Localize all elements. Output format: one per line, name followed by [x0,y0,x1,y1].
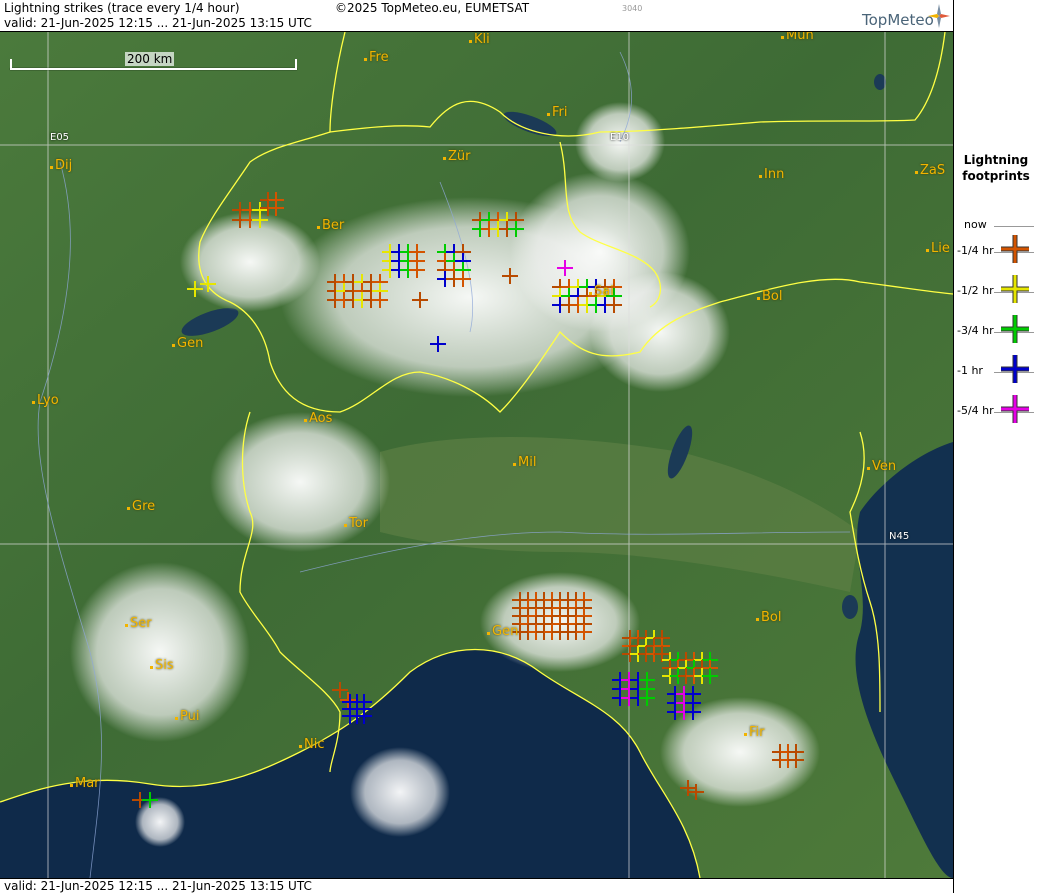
city-label: Mar [70,776,100,791]
map-canvas [0,32,953,878]
city-label: Sis [150,658,174,673]
city-label: Ven [867,459,896,474]
legend-label: -3/4 hr [957,324,994,337]
grid-label-e10: E10 [610,132,630,143]
legend-cross-icon [1001,315,1029,343]
city-label: Zür [443,149,471,164]
legend-cross-icon [1001,275,1029,303]
city-label: Pui [175,709,199,724]
header-bar: Lightning strikes (trace every 1/4 hour)… [0,0,953,32]
copyright: ©2025 TopMeteo.eu, EUMETSAT [335,1,530,15]
legend-title-line1: Lightning [963,153,1029,167]
legend-title-line2: footprints [962,169,1030,183]
city-label: Ser [125,616,152,631]
city-label: Lie [926,241,950,256]
grid-label-n45: N45 [889,531,910,542]
city-label: Mil [513,455,536,470]
city-label: Dij [50,158,72,173]
city-label: Ber [317,218,344,233]
city-label: Fir [744,725,765,740]
footer-valid-time: valid: 21-Jun-2025 12:15 ... 21-Jun-2025… [4,879,312,893]
legend-label: -5/4 hr [957,404,994,417]
city-label: Gen [487,624,518,639]
city-label: Fri [547,105,568,120]
legend-cross-icon [1001,235,1029,263]
legend-title: Lightning footprints [954,152,1038,184]
satellite-map[interactable]: 200 km E05 E10 N45 Kli Mün Fre Fri Zür D… [0,32,953,878]
grid-label-e05: E05 [50,132,70,143]
legend-label: -1/4 hr [957,244,994,257]
city-label: Gen [172,336,203,351]
legend-divider [994,226,1034,227]
city-label: Aos [304,411,332,426]
city-label: Bol [756,610,781,625]
city-label: Fre [364,50,389,65]
valid-time: valid: 21-Jun-2025 12:15 ... 21-Jun-2025… [4,16,312,30]
map-title: Lightning strikes (trace every 1/4 hour) [4,1,240,15]
legend-label: -1/2 hr [957,284,994,297]
city-label: Bol [757,289,782,304]
legend-cross-icon [1001,395,1029,423]
map-code: 3040 [622,4,643,13]
compass-star-icon [928,4,950,28]
city-label: Kli [469,32,490,47]
legend-panel: Lightning footprints now -1/4 hr -1/2 hr -3… [953,0,1045,893]
footer-bar: valid: 21-Jun-2025 12:15 ... 21-Jun-2025… [0,878,953,893]
lightning-map-page: Lightning strikes (trace every 1/4 hour)… [0,0,1045,893]
topmeteo-logo-text[interactable]: TopMeteo [862,11,934,29]
legend-cross-icon [1001,355,1029,383]
scale-label: 200 km [125,52,175,66]
city-label: Mün [781,32,814,43]
legend-label: now [964,218,987,231]
city-label: Sai [589,284,614,299]
city-label: Lyo [32,393,59,408]
scale-bar: 200 km [10,52,297,70]
city-label: Gre [127,499,155,514]
legend-label: -1 hr [957,364,983,377]
city-label: Tor [344,516,368,531]
city-label: Nic [299,737,324,752]
city-label: ZaS [915,163,945,178]
city-label: Inn [759,167,784,182]
